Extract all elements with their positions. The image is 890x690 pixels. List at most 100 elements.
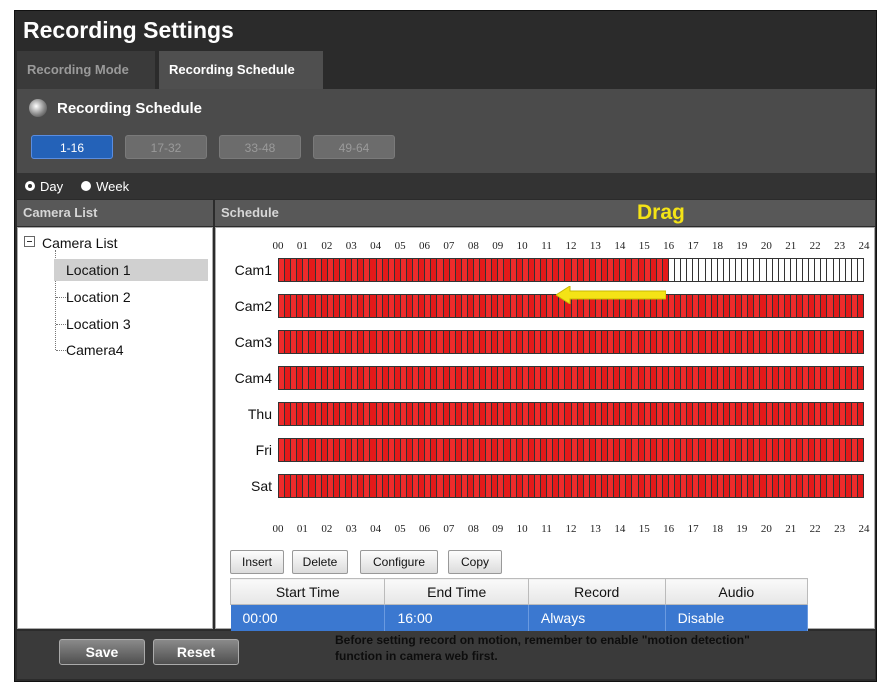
- reset-button[interactable]: Reset: [153, 639, 239, 665]
- time-slot[interactable]: [857, 367, 863, 389]
- hour-tick-label: 04: [370, 523, 382, 535]
- hour-tick-label: 13: [589, 240, 601, 252]
- configure-button[interactable]: Configure: [360, 550, 438, 574]
- tree-item-location-2[interactable]: Location 2: [66, 286, 131, 308]
- cell-audio[interactable]: Disable: [665, 604, 809, 631]
- table-row[interactable]: 00:00 16:00 Always Disable: [230, 604, 809, 631]
- time-slot[interactable]: [857, 295, 863, 317]
- column-audio[interactable]: Audio: [664, 578, 809, 605]
- hour-tick-label: 04: [370, 240, 382, 252]
- hour-tick-label: 02: [321, 523, 333, 535]
- column-record[interactable]: Record: [527, 578, 666, 605]
- hour-tick-label: 20: [760, 240, 772, 252]
- hour-tick-label: 12: [565, 523, 577, 535]
- hour-tick-label: 07: [443, 240, 455, 252]
- schedule-row-label: Cam3: [234, 334, 272, 350]
- day-radio[interactable]: [25, 181, 35, 191]
- camera-tree: Camera List Location 1 Location 2 Locati…: [17, 227, 213, 629]
- tab-recording-schedule[interactable]: Recording Schedule: [159, 51, 323, 89]
- cell-end-time[interactable]: 16:00: [384, 604, 529, 631]
- schedule-panel: Recording Schedule 1-16 17-32 33-48 49-6…: [17, 89, 875, 173]
- hour-tick-label: 13: [589, 523, 601, 535]
- column-start-time[interactable]: Start Time: [229, 578, 386, 605]
- hour-tick-label: 18: [712, 240, 723, 252]
- cell-start-time[interactable]: 00:00: [230, 604, 386, 631]
- schedule-row-label: Cam1: [234, 262, 272, 278]
- schedule-row-bar[interactable]: [278, 438, 864, 462]
- tree-item-location-1[interactable]: Location 1: [54, 259, 208, 281]
- hour-tick-label: 17: [687, 240, 699, 252]
- schedule-grid-panel: 00 01 02 03 04 05 06 07 08 09 10 11 12 13 14 15 16 17 18 19…: [215, 227, 875, 631]
- day-radio-label[interactable]: Day: [40, 179, 63, 194]
- time-slot[interactable]: [857, 475, 863, 497]
- week-radio-label[interactable]: Week: [96, 179, 129, 194]
- hour-tick-label: 16: [663, 523, 675, 535]
- hour-tick-label: 03: [345, 240, 357, 252]
- collapse-icon[interactable]: [24, 236, 35, 247]
- tab-recording-mode[interactable]: Recording Mode: [17, 51, 155, 89]
- range-button-17-32[interactable]: 17-32: [125, 135, 207, 159]
- tree-item-camera4[interactable]: Camera4: [66, 339, 124, 361]
- hour-tick-label: 00: [272, 240, 284, 252]
- hour-tick-label: 20: [760, 523, 772, 535]
- hour-tick-label: 06: [419, 523, 430, 535]
- tab-bar: Recording Mode Recording Schedule: [17, 51, 875, 89]
- range-button-49-64[interactable]: 49-64: [313, 135, 395, 159]
- hour-axis-bottom: 00 01 02 03 04 05 06 07 08 09 10 11 12 13 14 15 16 17 18 19…: [273, 523, 870, 537]
- notice-text: Before setting record on motion, remembe…: [335, 632, 855, 664]
- schedule-row-bar[interactable]: [278, 474, 864, 498]
- delete-button[interactable]: Delete: [292, 550, 348, 574]
- hour-tick-label: 12: [565, 240, 577, 252]
- schedule-row-label: Cam2: [234, 298, 272, 314]
- time-slot[interactable]: [857, 259, 863, 281]
- schedule-row-bar[interactable]: [278, 402, 864, 426]
- save-button[interactable]: Save: [59, 639, 145, 665]
- drag-arrow-icon: [556, 286, 666, 304]
- hour-tick-label: 15: [638, 523, 650, 535]
- hour-tick-label: 24: [858, 240, 870, 252]
- hour-tick-label: 10: [516, 240, 528, 252]
- hour-tick-label: 17: [687, 523, 699, 535]
- hour-tick-label: 14: [614, 240, 626, 252]
- schedule-row-label: Cam4: [234, 370, 272, 386]
- hour-tick-label: 09: [492, 523, 504, 535]
- insert-button[interactable]: Insert: [230, 550, 284, 574]
- hour-tick-label: 16: [663, 240, 675, 252]
- bullet-icon: [29, 99, 47, 117]
- cell-record[interactable]: Always: [528, 604, 666, 631]
- schedule-row-bar[interactable]: [278, 258, 864, 282]
- hour-tick-label: 23: [834, 240, 846, 252]
- time-slot[interactable]: [857, 403, 863, 425]
- footer-bar: Save Reset Before setting record on moti…: [17, 631, 875, 679]
- recording-settings-window: Recording Settings Recording Mode Record…: [14, 10, 877, 682]
- day-week-selector: Day Week: [17, 173, 875, 199]
- copy-button[interactable]: Copy: [448, 550, 502, 574]
- range-button-33-48[interactable]: 33-48: [219, 135, 301, 159]
- drag-annotation: Drag: [637, 201, 685, 224]
- hour-tick-label: 06: [419, 240, 430, 252]
- schedule-table: Start Time End Time Record Audio 00:00 1…: [229, 578, 809, 631]
- schedule-row-label: Fri: [255, 442, 272, 458]
- tree-root-camera-list[interactable]: Camera List: [42, 232, 117, 254]
- hour-tick-label: 05: [394, 523, 406, 535]
- hour-tick-label: 05: [394, 240, 406, 252]
- hour-tick-label: 08: [467, 523, 479, 535]
- range-button-1-16[interactable]: 1-16: [31, 135, 113, 159]
- time-slot[interactable]: [857, 331, 863, 353]
- schedule-row-bar[interactable]: [278, 366, 864, 390]
- schedule-panel-heading: Recording Schedule: [29, 99, 202, 117]
- hour-tick-label: 23: [834, 523, 846, 535]
- hour-tick-label: 03: [345, 523, 357, 535]
- table-header-row: Start Time End Time Record Audio: [229, 578, 809, 605]
- schedule-row-bar[interactable]: [278, 330, 864, 354]
- hour-tick-label: 11: [541, 523, 552, 535]
- hour-tick-label: 21: [785, 240, 797, 252]
- week-radio[interactable]: [81, 181, 92, 191]
- hour-tick-label: 22: [809, 240, 821, 252]
- time-slot[interactable]: [857, 439, 863, 461]
- column-end-time[interactable]: End Time: [384, 578, 529, 605]
- hour-tick-label: 14: [614, 523, 626, 535]
- tree-item-location-3[interactable]: Location 3: [66, 313, 131, 335]
- hour-axis-top: 00 01 02 03 04 05 06 07 08 09 10 11 12 13 14 15 16 17 18 19…: [272, 240, 870, 254]
- hour-tick-label: 15: [638, 240, 650, 252]
